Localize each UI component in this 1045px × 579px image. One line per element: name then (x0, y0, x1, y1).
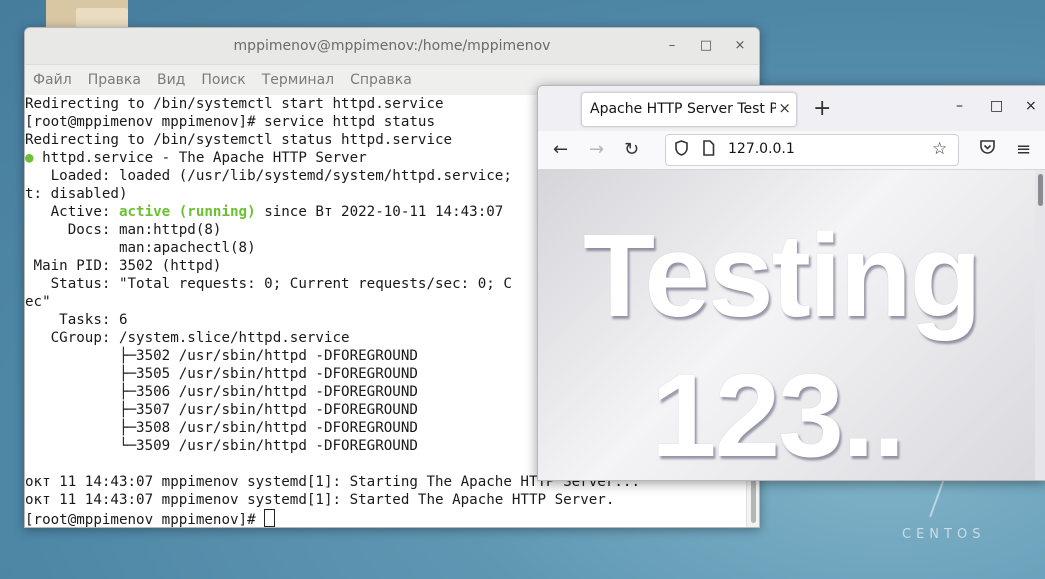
terminal-line: Redirecting to /bin/systemctl status htt… (25, 132, 453, 148)
terminal-close-button[interactable]: × (731, 37, 749, 55)
terminal-line: ├─3507 /usr/sbin/httpd -DFOREGROUND (25, 402, 418, 418)
tab-close-icon[interactable]: × (778, 99, 791, 117)
browser-tab[interactable]: Apache HTTP Server Test Page × (581, 92, 797, 127)
status-dot-icon: ● (25, 150, 34, 166)
bookmark-star-icon[interactable]: ☆ (932, 139, 947, 159)
menu-help[interactable]: Справка (350, 72, 412, 88)
forward-arrow-icon[interactable]: → (589, 139, 604, 160)
menu-file[interactable]: Файл (33, 72, 72, 88)
headline-line1: Testing (583, 210, 982, 342)
terminal-line: Redirecting to /bin/systemctl start http… (25, 96, 444, 112)
terminal-line: man:apachectl(8) (25, 240, 256, 256)
terminal-line: [root@mppimenov mppimenov]# service http… (25, 114, 435, 130)
back-arrow-icon[interactable]: ← (553, 139, 568, 160)
terminal-line: Docs: man:httpd(8) (25, 222, 222, 238)
page-viewport[interactable]: Testing 123.. (538, 170, 1035, 480)
new-tab-button[interactable]: + (813, 96, 831, 121)
terminal-line: t: disabled) (25, 186, 128, 202)
browser-maximize-button[interactable]: □ (990, 98, 1003, 114)
browser-minimize-button[interactable]: – (956, 98, 963, 114)
page-icon (702, 140, 715, 160)
browser-scrollbar[interactable] (1035, 170, 1045, 480)
terminal-line: ├─3505 /usr/sbin/httpd -DFOREGROUND (25, 366, 418, 382)
desktop-folder-icon[interactable] (46, 0, 128, 30)
terminal-line: CGroup: /system.slice/httpd.service (25, 330, 350, 346)
centos-logo-stroke (929, 478, 945, 518)
terminal-titlebar[interactable]: mppimenov@mppimenov:/home/mppimenov – □ … (25, 28, 759, 65)
active-status: active (running) (118, 204, 256, 220)
terminal-line: Status: "Total requests: 0; Current requ… (25, 276, 512, 292)
menu-terminal[interactable]: Терминал (262, 72, 334, 88)
terminal-line: окт 11 14:43:07 mppimenov systemd[1]: St… (25, 492, 615, 508)
terminal-line: ├─3506 /usr/sbin/httpd -DFOREGROUND (25, 384, 418, 400)
terminal-title: mppimenov@mppimenov:/home/mppimenov (233, 38, 551, 54)
terminal-line: ├─3508 /usr/sbin/httpd -DFOREGROUND (25, 420, 418, 436)
terminal-minimize-button[interactable]: – (663, 37, 681, 55)
headline-line2: 123.. (651, 350, 905, 480)
terminal-line: Main PID: 3502 (httpd) (25, 258, 222, 274)
browser-window[interactable]: Apache HTTP Server Test Page × + – □ × ←… (537, 85, 1045, 481)
browser-close-button[interactable]: × (1025, 98, 1037, 114)
url-bar[interactable]: 127.0.0.1 ☆ (665, 134, 959, 166)
terminal-line: ├─3502 /usr/sbin/httpd -DFOREGROUND (25, 348, 418, 364)
terminal-cursor[interactable] (264, 509, 276, 527)
menu-view[interactable]: Вид (157, 72, 185, 88)
terminal-prompt: [root@mppimenov mppimenov]# (25, 512, 265, 528)
hamburger-menu-icon[interactable]: ≡ (1016, 139, 1031, 160)
shield-icon[interactable] (674, 140, 689, 160)
terminal-line: httpd.service - The Apache HTTP Server (42, 150, 367, 166)
active-label: Active: (25, 204, 119, 220)
terminal-line: Loaded: loaded (/usr/lib/systemd/system/… (25, 168, 512, 184)
url-text: 127.0.0.1 (728, 141, 795, 157)
reload-icon[interactable]: ↻ (624, 139, 639, 160)
menu-search[interactable]: Поиск (201, 72, 245, 88)
centos-logo: CENTOS (902, 527, 986, 542)
terminal-line: └─3509 /usr/sbin/httpd -DFOREGROUND (25, 438, 418, 454)
browser-navbar: ← → ↻ 127.0.0.1 ☆ ≡ (538, 131, 1045, 170)
pocket-icon[interactable] (979, 139, 996, 160)
terminal-line: since Вт 2022-10-11 14:43:07 (264, 204, 504, 220)
browser-scroll-thumb[interactable] (1038, 174, 1043, 206)
tab-title: Apache HTTP Server Test Page (590, 101, 776, 117)
menu-edit[interactable]: Правка (88, 72, 141, 88)
test-page-headline: Testing 123.. (583, 206, 982, 480)
terminal-maximize-button[interactable]: □ (697, 37, 715, 55)
terminal-line: Tasks: 6 (25, 312, 128, 328)
terminal-line: ec" (25, 294, 51, 310)
browser-tabstrip: Apache HTTP Server Test Page × + – □ × (538, 86, 1045, 131)
